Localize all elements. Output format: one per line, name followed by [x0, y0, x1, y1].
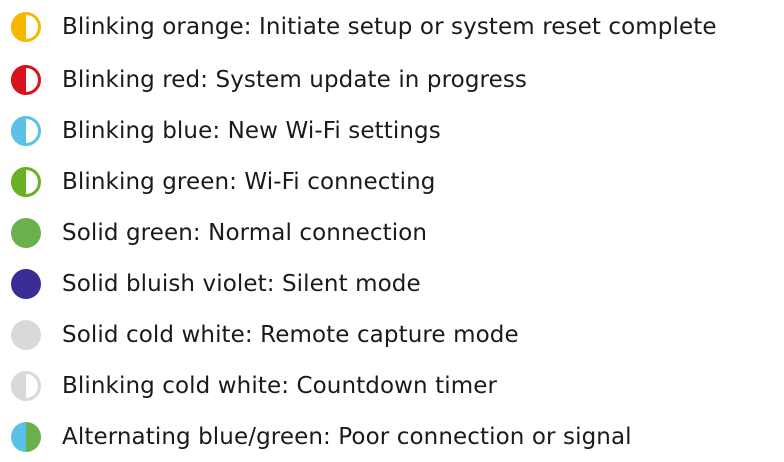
- led-status-legend: Blinking orange: Initiate setup or syste…: [10, 0, 780, 462]
- legend-item-label: Blinking red: System update in progress: [62, 66, 527, 93]
- legend-item: Solid cold white: Remote capture mode: [10, 309, 780, 360]
- legend-item-label: Solid cold white: Remote capture mode: [62, 321, 519, 348]
- legend-item-label: Alternating blue/green: Poor connection …: [62, 423, 632, 450]
- half-filled-circle-icon: [10, 64, 42, 96]
- legend-item-label: Solid green: Normal connection: [62, 219, 428, 246]
- legend-item-label: Blinking green: Wi-Fi connecting: [62, 168, 436, 195]
- half-filled-circle-icon: [10, 11, 42, 43]
- legend-item: Alternating blue/green: Poor connection …: [10, 411, 780, 462]
- legend-item: Blinking green: Wi-Fi connecting: [10, 156, 780, 207]
- filled-circle-icon: [10, 268, 42, 300]
- legend-item-label: Blinking orange: Initiate setup or syste…: [62, 14, 717, 40]
- legend-item: Blinking orange: Initiate setup or syste…: [10, 0, 780, 54]
- legend-item: Blinking red: System update in progress: [10, 54, 780, 105]
- legend-item: Solid bluish violet: Silent mode: [10, 258, 780, 309]
- filled-circle-icon: [10, 319, 42, 351]
- legend-item-label: Solid bluish violet: Silent mode: [62, 270, 421, 297]
- legend-item: Blinking cold white: Countdown timer: [10, 360, 780, 411]
- filled-circle-icon: [10, 217, 42, 249]
- half-filled-circle-icon: [10, 115, 42, 147]
- legend-item: Solid green: Normal connection: [10, 207, 780, 258]
- half-filled-circle-icon: [10, 166, 42, 198]
- legend-item: Blinking blue: New Wi-Fi settings: [10, 105, 780, 156]
- legend-item-label: Blinking blue: New Wi-Fi settings: [62, 117, 441, 144]
- legend-item-label: Blinking cold white: Countdown timer: [62, 372, 498, 399]
- split-circle-icon: [10, 421, 42, 453]
- half-filled-circle-icon: [10, 370, 42, 402]
